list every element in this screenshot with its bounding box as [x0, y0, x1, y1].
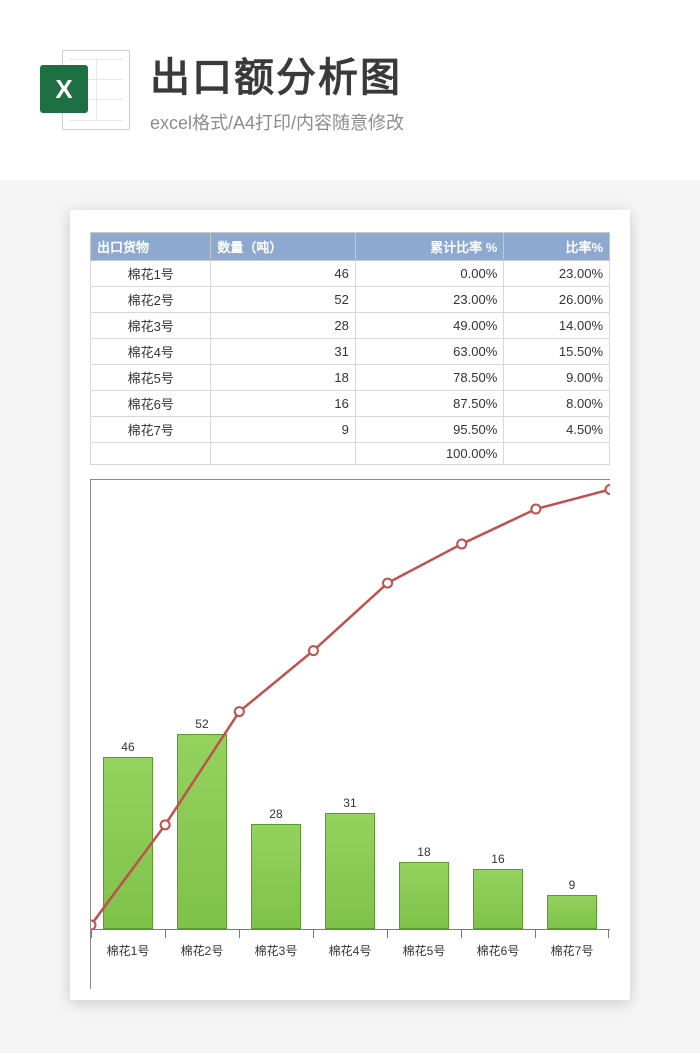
line-marker — [605, 485, 610, 494]
line-marker — [309, 646, 318, 655]
x-axis-label: 棉花7号 — [551, 942, 594, 959]
cell-ratio: 9.00% — [504, 365, 610, 391]
table-row: 棉花4号3163.00%15.50% — [91, 339, 610, 365]
chart-bar: 52 — [177, 734, 227, 929]
x-axis-label: 棉花5号 — [403, 942, 446, 959]
th-cum: 累计比率 % — [355, 233, 503, 261]
chart-bar: 28 — [251, 824, 301, 929]
hero-subtitle: excel格式/A4打印/内容随意修改 — [150, 109, 404, 135]
line-marker — [91, 921, 96, 929]
hero-title: 出口额分析图 — [150, 45, 404, 103]
cell-ratio: 26.00% — [504, 287, 610, 313]
cell-qty: 28 — [211, 313, 355, 339]
th-goods: 出口货物 — [91, 233, 211, 261]
cell-cum: 87.50% — [355, 391, 503, 417]
bar-value-label: 46 — [104, 740, 152, 754]
bar-value-label: 16 — [474, 852, 522, 866]
chart-bar: 9 — [547, 895, 597, 929]
line-marker — [457, 539, 466, 548]
table-row: 棉花2号5223.00%26.00% — [91, 287, 610, 313]
table-header-row: 出口货物 数量（吨） 累计比率 % 比率% — [91, 233, 610, 261]
table-row: 棉花3号2849.00%14.00% — [91, 313, 610, 339]
table-footer-row: 100.00% — [91, 443, 610, 465]
cell-cum: 78.50% — [355, 365, 503, 391]
cell-ratio: 4.50% — [504, 417, 610, 443]
cell-cum: 0.00% — [355, 261, 503, 287]
cell-qty: 18 — [211, 365, 355, 391]
x-axis-label: 棉花6号 — [477, 942, 520, 959]
cell-goods: 棉花2号 — [91, 287, 211, 313]
bar-value-label: 52 — [178, 717, 226, 731]
footer-cum: 100.00% — [355, 443, 503, 465]
pareto-chart: 4652283118169 棉花1号棉花2号棉花3号棉花4号棉花5号棉花6号棉花… — [90, 479, 610, 989]
cell-goods: 棉花3号 — [91, 313, 211, 339]
cell-qty: 52 — [211, 287, 355, 313]
hero-text: 出口额分析图 excel格式/A4打印/内容随意修改 — [150, 45, 404, 135]
table-row: 棉花1号460.00%23.00% — [91, 261, 610, 287]
bar-value-label: 28 — [252, 807, 300, 821]
bar-value-label: 31 — [326, 796, 374, 810]
cell-cum: 95.50% — [355, 417, 503, 443]
cell-goods: 棉花1号 — [91, 261, 211, 287]
chart-bar: 46 — [103, 757, 153, 930]
bar-value-label: 18 — [400, 845, 448, 859]
chart-bar: 31 — [325, 813, 375, 929]
cell-goods: 棉花4号 — [91, 339, 211, 365]
data-table: 出口货物 数量（吨） 累计比率 % 比率% 棉花1号460.00%23.00%棉… — [90, 232, 610, 465]
cell-qty: 9 — [211, 417, 355, 443]
cell-goods: 棉花5号 — [91, 365, 211, 391]
line-marker — [383, 579, 392, 588]
cell-ratio: 23.00% — [504, 261, 610, 287]
cell-qty: 46 — [211, 261, 355, 287]
cell-qty: 31 — [211, 339, 355, 365]
th-ratio: 比率% — [504, 233, 610, 261]
cell-ratio: 15.50% — [504, 339, 610, 365]
table-row: 棉花6号1687.50%8.00% — [91, 391, 610, 417]
line-marker — [235, 707, 244, 716]
x-axis-label: 棉花1号 — [107, 942, 150, 959]
cell-goods: 棉花6号 — [91, 391, 211, 417]
hero-banner: X 出口额分析图 excel格式/A4打印/内容随意修改 — [0, 0, 700, 180]
x-axis-label: 棉花4号 — [329, 942, 372, 959]
cell-ratio: 8.00% — [504, 391, 610, 417]
th-qty: 数量（吨） — [211, 233, 355, 261]
chart-bar: 16 — [473, 869, 523, 929]
table-row: 棉花5号1878.50%9.00% — [91, 365, 610, 391]
bar-value-label: 9 — [548, 878, 596, 892]
excel-icon: X — [40, 45, 130, 135]
cell-qty: 16 — [211, 391, 355, 417]
line-marker — [531, 505, 540, 514]
x-axis: 棉花1号 棉花2号 棉花3号 棉花4号 棉花5号 棉花6号 棉花7号 — [91, 929, 610, 989]
x-axis-label: 棉花3号 — [255, 942, 298, 959]
line-marker — [161, 820, 170, 829]
cell-cum: 23.00% — [355, 287, 503, 313]
cell-ratio: 14.00% — [504, 313, 610, 339]
cell-cum: 49.00% — [355, 313, 503, 339]
x-axis-label: 棉花2号 — [181, 942, 224, 959]
cell-cum: 63.00% — [355, 339, 503, 365]
excel-icon-letter: X — [40, 65, 88, 113]
cell-goods: 棉花7号 — [91, 417, 211, 443]
chart-bar: 18 — [399, 862, 449, 930]
table-row: 棉花7号995.50%4.50% — [91, 417, 610, 443]
document-page: 出口货物 数量（吨） 累计比率 % 比率% 棉花1号460.00%23.00%棉… — [70, 210, 630, 1000]
